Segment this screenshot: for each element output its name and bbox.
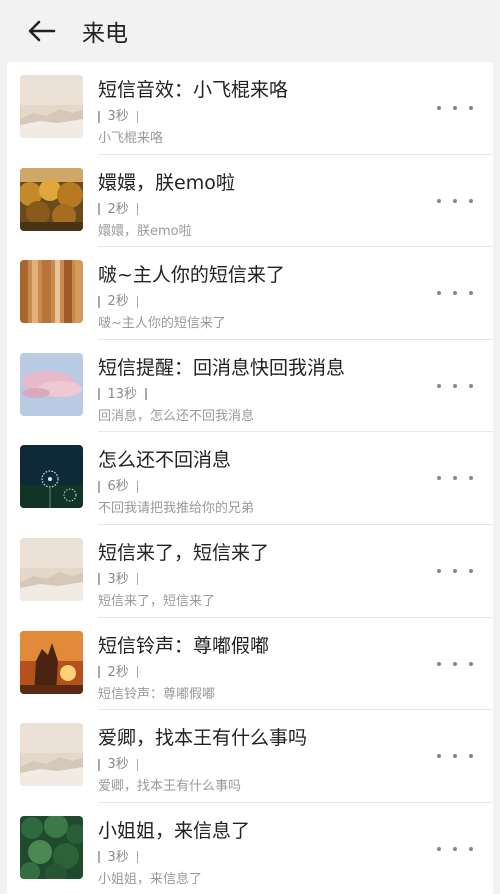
duration-row: 6秒 bbox=[98, 479, 433, 494]
duration-row: 3秒 bbox=[98, 850, 433, 865]
duration-row: 2秒 bbox=[98, 665, 433, 680]
thumbnail-image bbox=[20, 75, 83, 138]
ringtone-subtitle: 嬛嬛，朕emo啦 bbox=[98, 223, 192, 239]
duration-label: 3秒 bbox=[107, 757, 129, 773]
list-item[interactable]: 小姐姐，来信息了 3秒 小姐姐，来信息了 bbox=[7, 803, 493, 894]
more-options-icon[interactable] bbox=[437, 748, 473, 764]
ringtone-title: 短信音效：小飞棍来咯 bbox=[98, 79, 289, 101]
more-options-icon[interactable] bbox=[437, 193, 473, 209]
list-item[interactable]: 短信来了，短信来了 3秒 短信来了，短信来了 bbox=[7, 525, 493, 618]
more-options-icon[interactable] bbox=[437, 285, 473, 301]
duration-label: 13秒 bbox=[107, 386, 138, 402]
list-item[interactable]: 爱卿，找本王有什么事吗 3秒 爱卿，找本王有什么事吗 bbox=[7, 710, 493, 803]
duration-label: 2秒 bbox=[107, 664, 129, 680]
duration-label: 3秒 bbox=[107, 849, 129, 865]
ringtone-title: 嬛嬛，朕emo啦 bbox=[98, 171, 235, 194]
thumbnail-image bbox=[20, 537, 83, 601]
ringtone-title: 短信来了，短信来了 bbox=[98, 541, 270, 564]
ringtone-subtitle: 小姐姐，来信息了 bbox=[98, 871, 203, 887]
ringtone-subtitle: 啵~主人你的短信来了 bbox=[98, 316, 226, 332]
duration-row: 3秒 bbox=[98, 572, 433, 587]
list-item[interactable]: 嬛嬛，朕emo啦 2秒 嬛嬛，朕emo啦 bbox=[7, 155, 493, 248]
thumbnail-image bbox=[20, 352, 83, 416]
thumbnail-image bbox=[20, 167, 83, 231]
ringtone-title: 小姐姐，来信息了 bbox=[98, 819, 251, 842]
thumbnail-image bbox=[20, 723, 83, 787]
more-options-icon[interactable] bbox=[437, 656, 473, 672]
list-item[interactable]: 怎么还不回消息 6秒 不回我请把我推给你的兄弟 bbox=[7, 432, 493, 525]
ringtone-title: 爱卿，找本王有什么事吗 bbox=[98, 727, 308, 750]
duration-label: 2秒 bbox=[107, 201, 129, 217]
app-header: 来电 bbox=[0, 0, 500, 62]
ringtone-subtitle: 小飞棍来咯 bbox=[98, 131, 164, 146]
more-options-icon[interactable] bbox=[437, 378, 473, 394]
thumbnail-image bbox=[20, 630, 83, 694]
duration-row: 13秒 bbox=[98, 387, 433, 402]
more-options-icon[interactable] bbox=[437, 563, 473, 579]
thumbnail-image bbox=[20, 445, 83, 509]
duration-label: 3秒 bbox=[107, 571, 129, 587]
more-options-icon[interactable] bbox=[437, 841, 473, 857]
ringtone-title: 啵~主人你的短信来了 bbox=[98, 264, 285, 287]
thumbnail-image bbox=[20, 815, 83, 879]
duration-row: 2秒 bbox=[98, 294, 433, 309]
duration-label: 3秒 bbox=[107, 109, 129, 124]
ringtone-subtitle: 回消息，怎么还不回我消息 bbox=[98, 408, 255, 424]
ringtone-title: 短信铃声：尊嘟假嘟 bbox=[98, 634, 270, 657]
duration-label: 6秒 bbox=[107, 479, 129, 495]
ringtone-subtitle: 爱卿，找本王有什么事吗 bbox=[98, 779, 242, 795]
ringtone-title: 怎么还不回消息 bbox=[98, 449, 232, 472]
ringtone-list: 短信音效：小飞棍来咯 3秒 小飞棍来咯 嬛嬛，朕emo啦 2秒 嬛嬛，朕emo啦… bbox=[7, 62, 493, 894]
list-item[interactable]: 短信铃声：尊嘟假嘟 2秒 短信铃声：尊嘟假嘟 bbox=[7, 618, 493, 711]
ringtone-subtitle: 不回我请把我推给你的兄弟 bbox=[98, 501, 255, 517]
ringtone-title: 短信提醒：回消息快回我消息 bbox=[98, 356, 346, 379]
duration-row: 3秒 bbox=[98, 757, 433, 772]
list-item[interactable]: 短信提醒：回消息快回我消息 13秒 回消息，怎么还不回我消息 bbox=[7, 340, 493, 433]
duration-row: 2秒 bbox=[98, 202, 433, 217]
duration-row: 3秒 bbox=[98, 109, 433, 124]
ringtone-subtitle: 短信铃声：尊嘟假嘟 bbox=[98, 686, 216, 702]
back-button[interactable] bbox=[22, 11, 62, 51]
more-options-icon[interactable] bbox=[437, 470, 473, 486]
list-item[interactable]: 啵~主人你的短信来了 2秒 啵~主人你的短信来了 bbox=[7, 247, 493, 340]
list-item[interactable]: 短信音效：小飞棍来咯 3秒 小飞棍来咯 bbox=[7, 62, 493, 155]
more-options-icon[interactable] bbox=[437, 100, 473, 116]
thumbnail-image bbox=[20, 260, 83, 324]
ringtone-subtitle: 短信来了，短信来了 bbox=[98, 593, 216, 609]
duration-label: 2秒 bbox=[107, 294, 129, 310]
back-arrow-icon bbox=[28, 20, 56, 42]
page-title: 来电 bbox=[82, 21, 128, 47]
